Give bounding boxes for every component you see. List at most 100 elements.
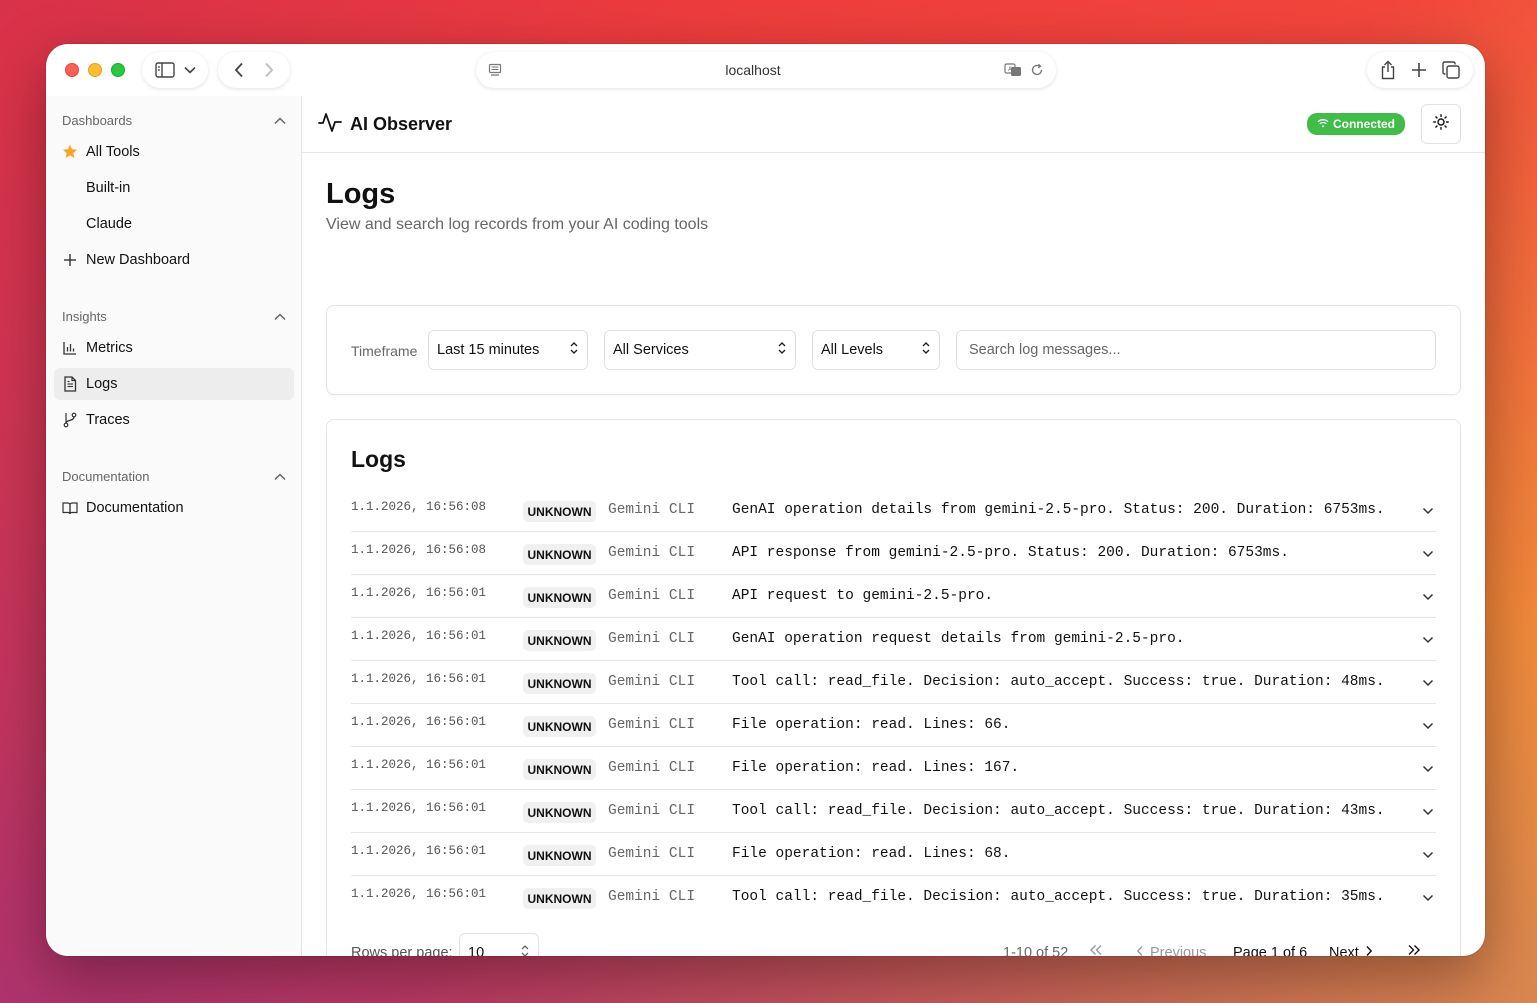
translate-icon[interactable]: A: [1004, 63, 1022, 77]
log-timestamp: 1.1.2026, 16:56:01: [351, 801, 487, 815]
zoom-window-button[interactable]: [111, 63, 125, 77]
timeframe-label: Timeframe: [351, 343, 418, 359]
log-message: Tool call: read_file. Decision: auto_acc…: [732, 889, 1385, 905]
log-level-badge: UNKNOWN: [523, 759, 596, 780]
log-timestamp: 1.1.2026, 16:56:01: [351, 887, 487, 901]
log-message: GenAI operation details from gemini-2.5-…: [732, 502, 1385, 518]
sidebar-item-documentation[interactable]: Documentation: [54, 492, 294, 524]
chevrons-right-icon: [1407, 944, 1421, 956]
sidebar: Dashboards All Tools Built-in Claude New…: [46, 96, 302, 956]
sidebar-section-header[interactable]: Documentation: [46, 464, 302, 488]
page-title: Logs: [326, 178, 396, 210]
theme-toggle-button[interactable]: [1421, 104, 1461, 144]
browser-window: localhost A Dashboards All Tools Built-i…: [46, 44, 1485, 956]
minimize-window-button[interactable]: [88, 63, 102, 77]
expand-chevron-icon[interactable]: [1422, 846, 1434, 864]
sidebar-item-traces[interactable]: Traces: [54, 404, 294, 436]
app-header: AI Observer Connected: [302, 96, 1485, 153]
expand-chevron-icon[interactable]: [1422, 717, 1434, 735]
expand-chevron-icon[interactable]: [1422, 674, 1434, 692]
log-row[interactable]: 1.1.2026, 16:56:08 UNKNOWN Gemini CLI API r…: [351, 532, 1436, 575]
rows-per-page-select[interactable]: 10: [459, 933, 539, 956]
level-select[interactable]: All Levels: [812, 330, 940, 370]
log-service: Gemini CLI: [608, 588, 696, 604]
log-row[interactable]: 1.1.2026, 16:56:01 UNKNOWN Gemini CLI GenAI…: [351, 618, 1436, 661]
address-bar[interactable]: localhost A: [476, 52, 1056, 88]
sidebar-section-header[interactable]: Insights: [46, 304, 302, 328]
tab-overview-icon[interactable]: [1441, 61, 1460, 79]
sidebar-item-label: Traces: [86, 412, 130, 428]
window-controls: [65, 63, 125, 77]
rows-per-page-value: 10: [468, 945, 485, 956]
filter-bar: Timeframe Last 15 minutes All Services A…: [326, 305, 1461, 395]
log-message: Tool call: read_file. Decision: auto_acc…: [732, 803, 1385, 819]
app-name: AI Observer: [350, 113, 453, 134]
next-page-button[interactable]: Next: [1329, 945, 1373, 956]
expand-chevron-icon[interactable]: [1422, 588, 1434, 606]
share-icon[interactable]: [1380, 60, 1396, 80]
expand-chevron-icon[interactable]: [1422, 889, 1434, 907]
timeframe-value: Last 15 minutes: [437, 342, 540, 358]
chevron-down-icon[interactable]: [183, 66, 196, 74]
expand-chevron-icon[interactable]: [1422, 545, 1434, 563]
section-title: Dashboards: [62, 112, 133, 128]
forward-arrow-icon[interactable]: [264, 62, 274, 78]
log-row[interactable]: 1.1.2026, 16:56:01 UNKNOWN Gemini CLI File …: [351, 833, 1436, 876]
main-content: AI Observer Connected Logs View and sear…: [302, 96, 1485, 956]
page-menu-icon[interactable]: [488, 63, 502, 77]
sidebar-item-metrics[interactable]: Metrics: [54, 332, 294, 364]
chevron-up-icon[interactable]: [274, 113, 286, 128]
first-page-button[interactable]: [1089, 944, 1103, 956]
section-title: Documentation: [62, 468, 150, 484]
new-tab-icon[interactable]: [1411, 62, 1427, 78]
back-arrow-icon[interactable]: [234, 62, 244, 78]
log-row[interactable]: 1.1.2026, 16:56:01 UNKNOWN Gemini CLI File …: [351, 747, 1436, 790]
chevron-up-icon[interactable]: [274, 469, 286, 484]
log-service: Gemini CLI: [608, 631, 696, 647]
expand-chevron-icon[interactable]: [1422, 631, 1434, 649]
log-message: Tool call: read_file. Decision: auto_acc…: [732, 674, 1385, 690]
last-page-button[interactable]: [1407, 944, 1421, 956]
log-row[interactable]: 1.1.2026, 16:56:01 UNKNOWN Gemini CLI File …: [351, 704, 1436, 747]
sidebar-item-logs[interactable]: Logs: [54, 368, 294, 400]
sidebar-item-new-dashboard[interactable]: New Dashboard: [54, 244, 294, 276]
log-message: File operation: read. Lines: 66.: [732, 717, 1011, 733]
log-row[interactable]: 1.1.2026, 16:56:01 UNKNOWN Gemini CLI Tool …: [351, 790, 1436, 833]
log-timestamp: 1.1.2026, 16:56:01: [351, 586, 487, 600]
sidebar-toggle-icon[interactable]: [154, 62, 175, 78]
previous-page-button[interactable]: Previous: [1136, 945, 1206, 956]
expand-chevron-icon[interactable]: [1422, 803, 1434, 821]
book-icon: [62, 500, 78, 516]
log-level-badge: UNKNOWN: [523, 888, 596, 909]
log-timestamp: 1.1.2026, 16:56:01: [351, 844, 487, 858]
log-service: Gemini CLI: [608, 502, 696, 518]
chevron-up-icon[interactable]: [274, 309, 286, 324]
rows-per-page-label: Rows per page:: [351, 945, 453, 956]
pagination: Rows per page: 10 1-10 of 52 Previous Pa…: [351, 933, 1436, 956]
log-row[interactable]: 1.1.2026, 16:56:08 UNKNOWN Gemini CLI GenAI…: [351, 489, 1436, 532]
sidebar-item-claude[interactable]: Claude: [54, 208, 294, 240]
log-timestamp: 1.1.2026, 16:56:01: [351, 629, 487, 643]
log-level-badge: UNKNOWN: [523, 544, 596, 565]
history-nav-group: [218, 52, 290, 88]
service-select[interactable]: All Services: [604, 330, 796, 370]
log-row[interactable]: 1.1.2026, 16:56:01 UNKNOWN Gemini CLI Tool …: [351, 876, 1436, 919]
sidebar-section-documentation: Documentation Documentation: [46, 464, 302, 528]
search-input[interactable]: [956, 330, 1436, 370]
sidebar-section-header[interactable]: Dashboards: [46, 108, 302, 132]
expand-chevron-icon[interactable]: [1422, 760, 1434, 778]
app-brand[interactable]: AI Observer: [318, 111, 452, 138]
connection-status-text: Connected: [1332, 117, 1395, 131]
expand-chevron-icon[interactable]: [1422, 502, 1434, 520]
log-timestamp: 1.1.2026, 16:56:08: [351, 543, 487, 557]
sidebar-item-all-tools[interactable]: All Tools: [54, 136, 294, 168]
log-row[interactable]: 1.1.2026, 16:56:01 UNKNOWN Gemini CLI Tool …: [351, 661, 1436, 704]
sidebar-item-built-in[interactable]: Built-in: [54, 172, 294, 204]
reload-icon[interactable]: [1030, 63, 1044, 77]
log-level-badge: UNKNOWN: [523, 673, 596, 694]
close-window-button[interactable]: [65, 63, 79, 77]
chevron-right-icon: [1365, 945, 1373, 956]
log-row[interactable]: 1.1.2026, 16:56:01 UNKNOWN Gemini CLI API r…: [351, 575, 1436, 618]
browser-actions: [1367, 52, 1473, 88]
timeframe-select[interactable]: Last 15 minutes: [428, 330, 588, 370]
